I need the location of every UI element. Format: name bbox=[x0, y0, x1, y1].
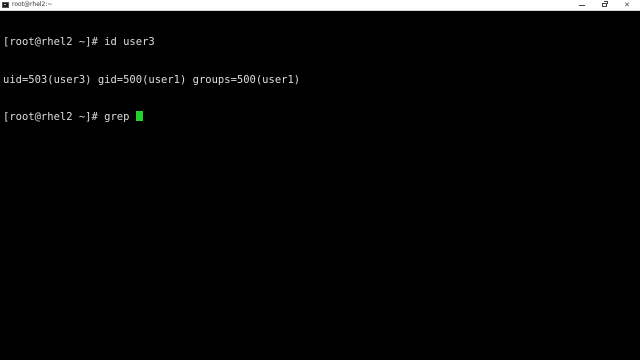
minimize-icon bbox=[579, 4, 585, 6]
vertical-scrollbar[interactable] bbox=[635, 11, 640, 360]
restore-icon bbox=[601, 1, 608, 7]
window-title: root@rhel2:~ bbox=[12, 1, 53, 8]
current-command-text: [root@rhel2 ~]# grep bbox=[3, 111, 136, 123]
terminal-line-command-id: [root@rhel2 ~]# id user3 bbox=[3, 36, 155, 48]
close-icon: ✕ bbox=[624, 1, 630, 9]
terminal-output[interactable]: [root@rhel2 ~]# id user3 uid=503(user3) … bbox=[3, 11, 633, 356]
restore-button[interactable] bbox=[594, 0, 614, 10]
terminal-line-id-output: uid=503(user3) gid=500(user1) groups=500… bbox=[3, 73, 301, 86]
minimize-button[interactable] bbox=[572, 0, 592, 10]
title-bar[interactable]: root@rhel2:~ ✕ bbox=[0, 0, 640, 11]
terminal-window: root@rhel2:~ ✕ [root@rhel2 ~]# id user3 … bbox=[0, 0, 640, 360]
text-cursor bbox=[135, 111, 143, 121]
terminal-line-current-prompt: [root@rhel2 ~]# grep bbox=[3, 111, 633, 124]
close-button[interactable]: ✕ bbox=[617, 0, 637, 10]
terminal-app-icon[interactable] bbox=[2, 2, 9, 8]
